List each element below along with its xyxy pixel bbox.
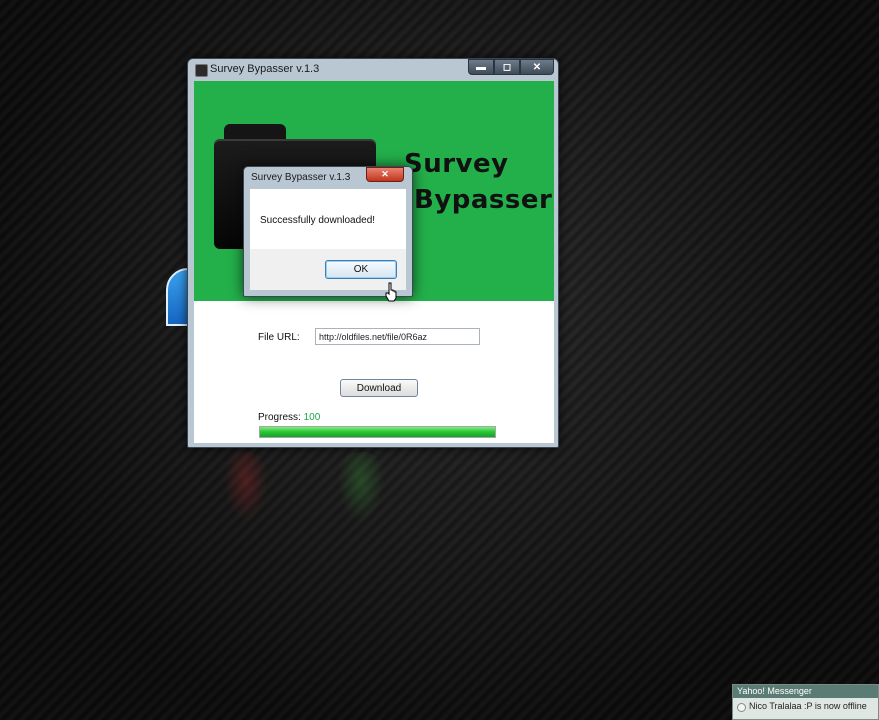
messenger-notification[interactable]: Yahoo! Messenger Nico Tralalaa :P is now… — [732, 684, 879, 720]
maximize-icon: ◻ — [502, 61, 512, 73]
file-url-label: File URL: — [258, 332, 300, 343]
progress-bar — [259, 426, 496, 438]
app-icon — [195, 64, 208, 77]
notification-app-name: Yahoo! Messenger — [733, 685, 878, 698]
close-icon: ✕ — [532, 61, 542, 73]
desktop-green-glow — [338, 452, 384, 522]
progress-value: 100 — [303, 412, 321, 423]
status-offline-icon — [737, 703, 746, 712]
banner-title-line1: Survey — [404, 149, 509, 179]
dialog-body: Successfully downloaded! OK — [250, 189, 406, 290]
progress-label-row: Progress: 100 — [258, 412, 320, 423]
minimize-button[interactable]: ▬ — [468, 59, 494, 75]
desktop-red-glow — [224, 452, 268, 522]
file-url-input[interactable] — [315, 328, 480, 345]
window-title: Survey Bypasser v.1.3 — [210, 63, 320, 75]
dialog-message-area: Successfully downloaded! — [250, 189, 406, 249]
minimize-icon: ▬ — [476, 61, 486, 73]
window-titlebar[interactable]: Survey Bypasser v.1.3 ▬ ◻ ✕ — [188, 59, 558, 81]
close-icon: ✕ — [381, 169, 389, 179]
ok-button[interactable]: OK — [325, 260, 397, 279]
success-dialog: Survey Bypasser v.1.3 ✕ Successfully dow… — [243, 166, 413, 297]
hand-cursor-icon — [385, 282, 397, 302]
dialog-close-button[interactable]: ✕ — [366, 167, 404, 182]
dialog-title: Survey Bypasser v.1.3 — [251, 172, 351, 183]
close-button[interactable]: ✕ — [520, 59, 554, 75]
download-button[interactable]: Download — [340, 379, 418, 397]
notification-message: Nico Tralalaa :P is now offline — [749, 701, 867, 711]
progress-label: Progress: — [258, 412, 301, 423]
progress-bar-fill — [260, 427, 495, 437]
banner-title-line2: Bypasser — [414, 185, 553, 215]
dialog-message: Successfully downloaded! — [260, 215, 376, 226]
maximize-button[interactable]: ◻ — [494, 59, 520, 75]
